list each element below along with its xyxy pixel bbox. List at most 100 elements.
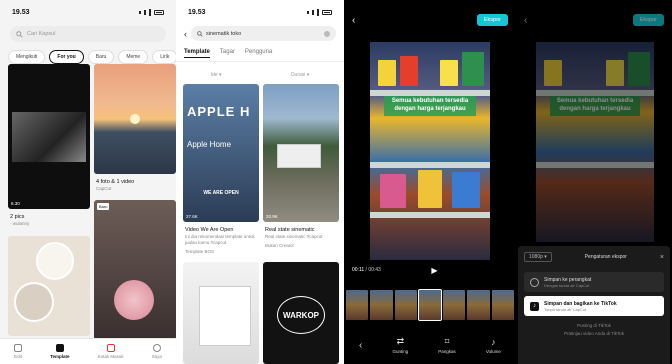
template-icon: [55, 344, 64, 352]
card-title: Real state sinematic: [265, 227, 315, 233]
inbox-icon: [106, 344, 115, 352]
filter-ideas[interactable]: Ide ▾: [211, 72, 222, 78]
editor-topbar: ‹ Ekspor: [344, 0, 516, 40]
status-bar: 19.53: [0, 0, 176, 24]
battery-icon: [322, 9, 332, 15]
search-icon: [197, 30, 203, 37]
card-caption: 2 pics: [10, 214, 25, 220]
signal-icon: [139, 8, 164, 16]
tab-label: Template: [50, 354, 70, 359]
card-description: Ini dia rekomendasi template untuk juala…: [185, 234, 255, 245]
tab-template[interactable]: Template: [50, 344, 70, 359]
photo-circle: [14, 282, 54, 322]
building-thumbnail: [199, 286, 251, 346]
volume-icon: ♪: [491, 336, 496, 347]
tool-cut[interactable]: ⇄ Gunting: [392, 336, 408, 354]
template-card[interactable]: 6.30: [8, 64, 90, 209]
card-title: Video We Are Open: [185, 227, 234, 233]
footer-note: Pratinjau video Anda di TikTok: [563, 331, 625, 336]
download-icon: [530, 277, 539, 287]
option-subtitle: Dengan tanda air CapCut: [544, 282, 590, 288]
chip-for-you[interactable]: For you: [49, 50, 84, 64]
status-time: 19.53: [12, 8, 30, 16]
template-card[interactable]: APPLE H Apple Home WE ARE OPEN 27.6K: [183, 84, 259, 222]
tab-inbox[interactable]: Kotak Masuk: [98, 344, 124, 359]
timeline-frame: [346, 290, 369, 320]
template-card[interactable]: [94, 64, 176, 174]
clear-icon[interactable]: [324, 30, 330, 37]
tab-profile[interactable]: Saya: [152, 344, 162, 359]
chip-meme[interactable]: Meme: [118, 50, 149, 64]
card-author: Template BOS: [185, 248, 215, 254]
building-thumbnail: [277, 144, 321, 168]
template-card[interactable]: [8, 236, 90, 336]
duration-label: 6.30: [11, 201, 20, 206]
editor-topbar: ‹ Ekspor: [516, 0, 672, 40]
promo-text-overlay: Semua kebutuhan tersedia dengan harga te…: [384, 96, 476, 116]
store-sign: APPLE H: [187, 104, 251, 119]
photo-circle: [36, 242, 74, 280]
status-time: 19.53: [188, 8, 206, 16]
sheet-header: 1080p ▾ Pengaturan ekspor ×: [518, 246, 670, 268]
chip-following[interactable]: Mengikuti: [8, 50, 46, 64]
save-to-device-option[interactable]: Simpan ke perangkat Dengan tanda air CapC…: [524, 272, 664, 292]
template-card[interactable]: 20.9K: [263, 84, 339, 222]
bottom-nav: Edit Template Kotak Masuk Saya: [0, 338, 176, 364]
search-input[interactable]: Cari Kapsul: [10, 26, 166, 42]
tab-label: Kotak Masuk: [97, 354, 124, 359]
play-icon[interactable]: ▶: [431, 266, 437, 275]
timeline-strip[interactable]: [344, 289, 516, 321]
tool-label: Pangkas: [438, 349, 456, 354]
resolution-select[interactable]: 1080p ▾: [524, 252, 552, 262]
tab-label: Edit: [14, 354, 22, 359]
export-button[interactable]: Ekspor: [476, 14, 508, 26]
chip-lyrics[interactable]: Lirik: [152, 50, 176, 64]
back-icon[interactable]: ‹: [352, 15, 355, 26]
sun-thumbnail: [130, 114, 140, 124]
export-button[interactable]: Ekspor: [632, 14, 664, 26]
filter-duration[interactable]: Durasi ▾: [291, 72, 309, 78]
video-preview: Semua kebutuhan tersedia dengan harga te…: [536, 42, 654, 242]
card-overlay-text: WE ARE OPEN: [203, 190, 239, 196]
template-card[interactable]: Baru: [94, 200, 176, 340]
editor-toolbar: ‹ ⇄ Gunting ⌗ Pangkas ♪ Volume: [344, 326, 516, 364]
option-title: Simpan ke perangkat: [544, 276, 592, 283]
back-icon[interactable]: ‹: [359, 340, 362, 351]
tab-users[interactable]: Pengguna: [245, 49, 272, 58]
template-card[interactable]: [183, 262, 259, 364]
resolution-value: 1080p: [529, 254, 543, 260]
chip-new[interactable]: Baru: [87, 50, 115, 64]
signal-icon: [307, 8, 332, 16]
close-icon[interactable]: ×: [660, 254, 664, 261]
template-feed-screen: 19.53 Cari Kapsul Mengikuti For you Baru…: [0, 0, 176, 364]
timeline-frame: [443, 290, 466, 320]
time-readout: 00:11 / 00:43: [352, 267, 381, 273]
timeline-frame: [467, 290, 490, 320]
search-query: sinematik toko: [206, 30, 242, 37]
timeline-frame: [370, 290, 393, 320]
tool-crop[interactable]: ⌗ Pangkas: [438, 336, 456, 354]
footer-note: Posting di TikTok: [577, 323, 611, 328]
uses-count: 20.9K: [266, 214, 278, 219]
search-icon: [16, 30, 23, 38]
search-input[interactable]: sinematik toko: [191, 26, 336, 41]
card-author: CapCut: [96, 186, 112, 191]
result-tabs: Template Tagar Pengguna: [176, 43, 344, 62]
promo-text-overlay: Semua kebutuhan tersedia dengan harga te…: [550, 96, 640, 116]
tab-edit[interactable]: Edit: [14, 344, 23, 359]
filter-label: Ide: [210, 72, 218, 78]
back-icon[interactable]: ‹: [184, 29, 187, 39]
battery-icon: [154, 9, 164, 15]
tab-hashtag[interactable]: Tagar: [220, 49, 235, 58]
tool-label: Gunting: [392, 349, 409, 354]
tab-template[interactable]: Template: [184, 49, 210, 58]
video-preview[interactable]: Semua kebutuhan tersedia dengan harga te…: [370, 42, 490, 260]
timeline-frame: [491, 290, 514, 320]
timeline-frame-selected: [417, 289, 443, 321]
tool-volume[interactable]: ♪ Volume: [486, 337, 501, 354]
share-tiktok-option[interactable]: ♪ Simpan dan bagikan ke TikTok Tanpa tand…: [524, 296, 664, 316]
back-icon[interactable]: ‹: [524, 15, 527, 26]
filter-row: Ide ▾ Durasi ▾: [176, 62, 344, 83]
template-card[interactable]: WARKOP: [263, 262, 339, 364]
new-badge: Baru: [97, 203, 110, 210]
